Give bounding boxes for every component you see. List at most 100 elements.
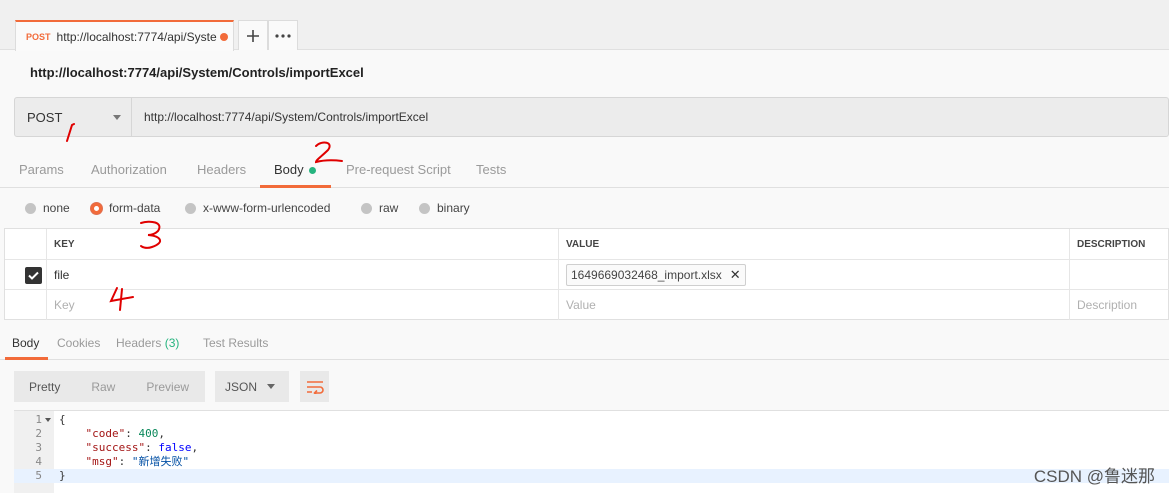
row-enabled-checkbox[interactable] [25,267,42,284]
json-value: 400 [138,427,159,440]
json-key: "code" [85,427,126,440]
fold-caret-icon[interactable] [45,418,51,422]
check-icon [28,271,39,280]
line-text: "msg": "新增失败" [85,455,190,468]
response-tabs: Body Cookies Headers (3) Test Results [0,322,1169,360]
active-dot-icon [308,167,316,175]
line-text: } [59,469,66,482]
watermark: CSDN @鲁迷那 [1033,467,1155,486]
line-number: 1 [35,413,42,426]
ellipsis-icon [275,33,291,38]
radio-binary[interactable]: binary [419,201,470,215]
pretty-button[interactable]: Pretty [14,380,76,394]
table-header-row: KEY VALUE DESCRIPTION [5,229,1169,260]
value-input[interactable]: Value [558,290,1070,320]
code-line: 2 "code": 400, [14,427,1169,441]
request-tab[interactable]: POST http://localhost:7774/api/Syster [15,20,234,51]
resp-tab-cookies[interactable]: Cookies [57,336,100,350]
tab-pre-request-script[interactable]: Pre-request Script [346,162,451,177]
resp-tab-test-results[interactable]: Test Results [203,336,268,350]
key-input[interactable]: Key [46,290,559,320]
preview-button[interactable]: Preview [131,380,205,394]
code-line: 3 "success": false, [14,441,1169,455]
json-punct: , [191,441,199,454]
tab-headers[interactable]: Headers [197,162,246,177]
radio-circle-checked [91,202,102,214]
url-bar: POST http://localhost:7774/api/System/Co… [14,97,1169,137]
postman-window: POST http://localhost:7774/api/Syster ht… [0,0,1169,493]
more-tabs-button[interactable] [268,20,298,50]
request-tabs: Params Authorization Headers Body Pre-re… [0,152,1169,188]
radio-circle [185,202,196,214]
form-data-table: KEY VALUE DESCRIPTION file 1649669032468… [4,228,1169,320]
column-header-description: DESCRIPTION [1069,229,1169,259]
unsaved-dot-icon [219,32,228,41]
active-resp-tab-indicator [5,357,48,360]
url-input[interactable]: http://localhost:7774/api/System/Control… [132,98,1168,136]
line-number: 2 [35,427,42,440]
close-icon[interactable]: ✕ [730,267,741,283]
resp-tab-headers-label: Headers [116,336,162,350]
wrap-lines-icon [306,380,324,394]
tab-body[interactable]: Body [274,162,316,177]
plus-icon [247,29,259,42]
radio-none[interactable]: none [25,201,70,215]
key-cell[interactable]: file [46,260,559,289]
chevron-down-icon [267,384,275,389]
line-number: 3 [35,441,42,454]
line-text: "success": false, [85,441,199,454]
method-value: POST [27,109,63,125]
raw-button[interactable]: Raw [76,380,131,394]
json-key: "success" [85,441,146,454]
method-select[interactable]: POST [15,98,132,136]
code-line: 1 { [14,413,1169,427]
json-punct: , [158,427,165,440]
tab-strip: POST http://localhost:7774/api/Syster [0,0,1169,51]
description-cell[interactable] [1069,260,1169,289]
description-input[interactable]: Description [1069,290,1169,320]
request-name: http://localhost:7774/api/System/Control… [0,51,1169,93]
table-row-empty: Key Value Description [5,290,1169,320]
radio-label: form-data [109,201,161,215]
radio-label: x-www-form-urlencoded [203,201,331,215]
radio-urlencoded[interactable]: x-www-form-urlencoded [185,201,330,215]
new-tab-button[interactable] [238,20,268,50]
table-row: file 1649669032468_import.xlsx ✕ [5,260,1169,290]
tab-authorization[interactable]: Authorization [91,162,167,177]
tab-params[interactable]: Params [19,162,64,177]
column-header-key: KEY [46,229,559,259]
radio-circle [419,202,430,214]
radio-circle [361,202,372,214]
chevron-down-icon [113,115,121,120]
active-tab-indicator [260,185,331,188]
column-header-value: VALUE [558,229,1070,259]
wrap-lines-button[interactable] [300,371,329,402]
file-name: 1649669032468_import.xlsx [571,267,722,282]
view-mode-group: Pretty Raw Preview [14,371,206,402]
format-value: JSON [225,379,258,394]
line-text: "code": 400, [85,427,166,440]
response-body-editor[interactable]: 1 { 2 "code": 400, 3 "success": false, 4… [14,410,1169,493]
radio-form-data[interactable]: form-data [91,201,160,215]
json-value: false [158,441,192,454]
json-key: "msg" [85,455,119,468]
code-line: 4 "msg": "新增失败" [14,455,1169,469]
radio-label: raw [379,201,399,215]
headers-count: (3) [164,336,180,350]
body-type-options: none form-data x-www-form-urlencoded raw… [0,189,1169,227]
tab-tests[interactable]: Tests [476,162,506,177]
line-number: 4 [35,455,42,468]
radio-raw[interactable]: raw [361,201,398,215]
code-line-active: 5 } [14,469,1169,483]
line-text: { [59,413,66,426]
line-number: 5 [35,469,42,482]
format-select[interactable]: JSON [215,371,289,402]
tab-body-label: Body [274,162,304,177]
resp-tab-headers[interactable]: Headers (3) [116,336,179,350]
json-value: "新增失败" [131,455,190,468]
value-cell[interactable]: 1649669032468_import.xlsx ✕ [558,260,1070,289]
radio-label: none [43,201,70,215]
tab-url: http://localhost:7774/api/Syster [56,29,217,44]
resp-tab-body[interactable]: Body [12,336,39,350]
tab-method: POST [26,31,51,42]
